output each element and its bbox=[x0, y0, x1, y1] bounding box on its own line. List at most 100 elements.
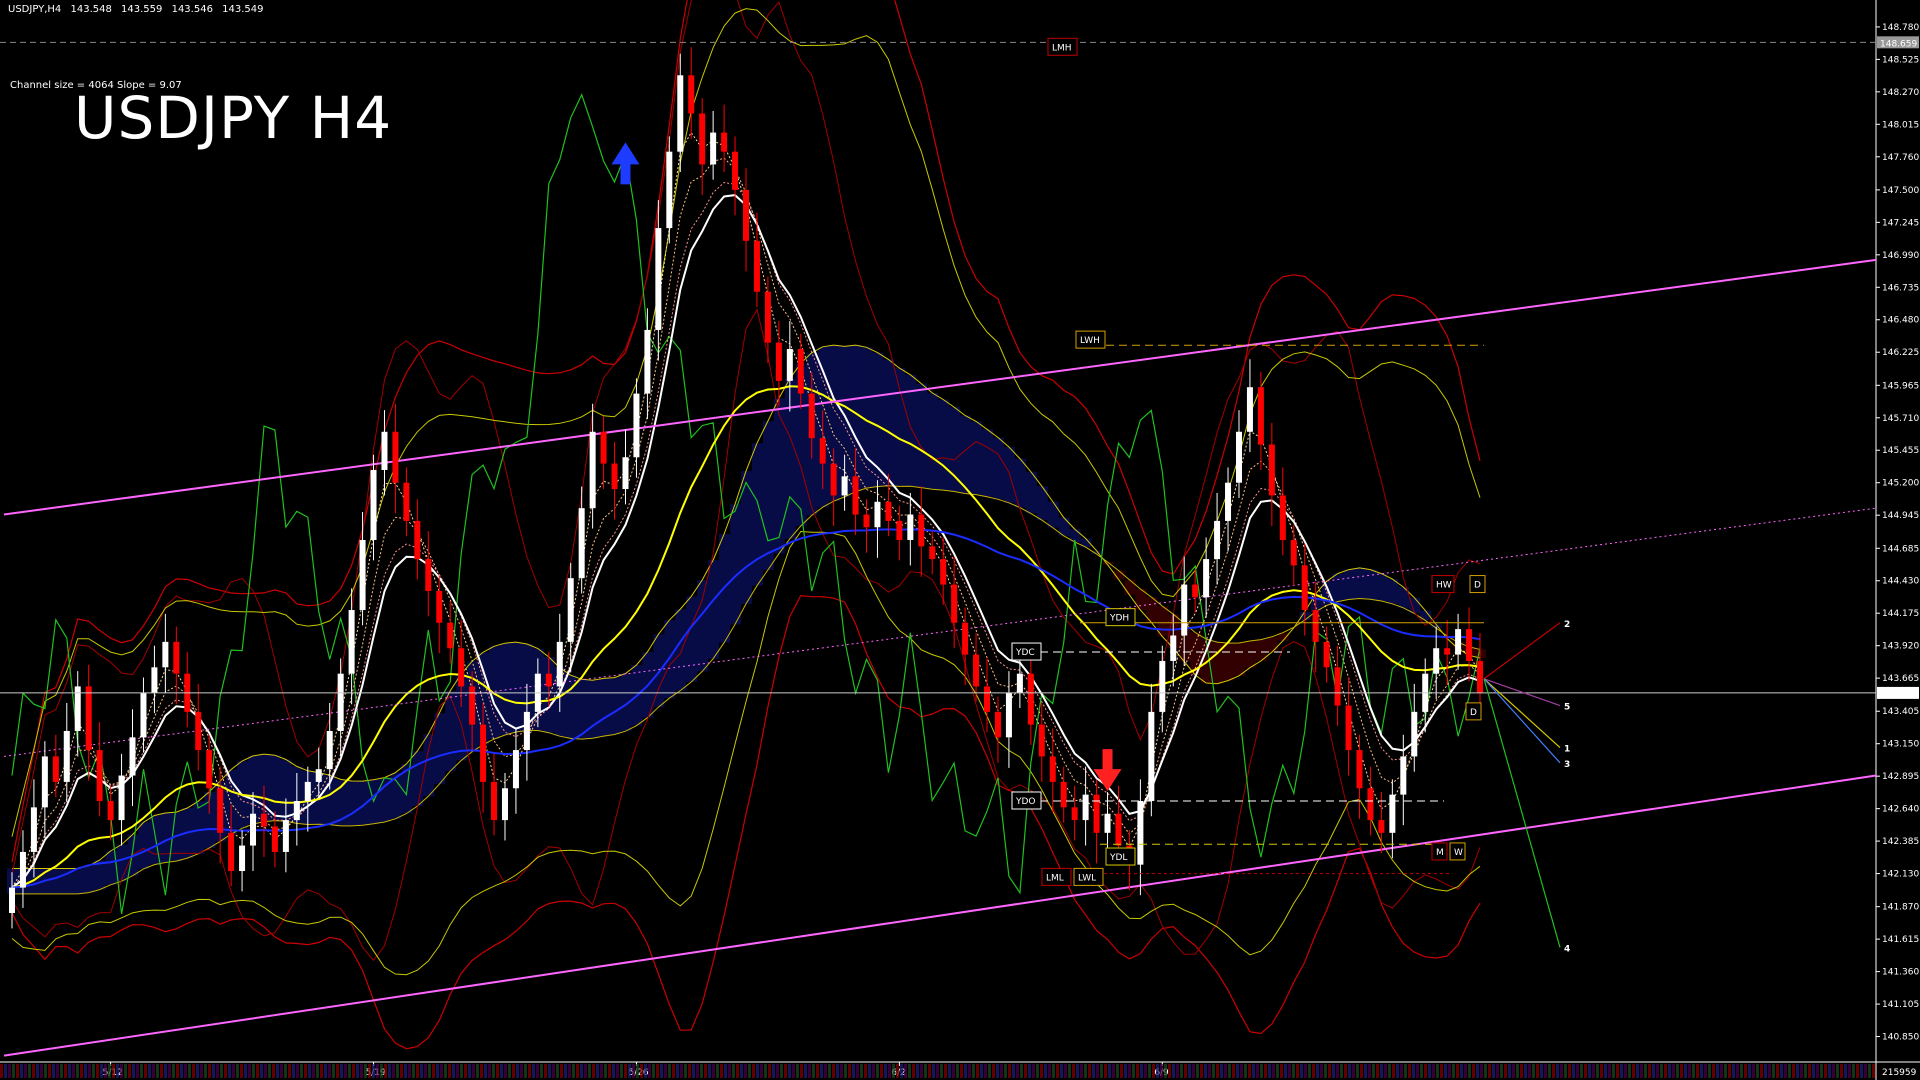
volume-bar bbox=[952, 1064, 955, 1078]
volume-bar bbox=[316, 1064, 319, 1078]
price-chart[interactable]: 2 5 1 3 4 LMH LWH YDH YDC YDO YDL LML LWL HW D D M W 148.7… bbox=[0, 0, 1920, 1080]
volume-bar bbox=[1688, 1064, 1691, 1078]
volume-bar bbox=[1404, 1064, 1407, 1078]
volume-bar bbox=[132, 1064, 135, 1078]
volume-bar bbox=[512, 1064, 515, 1078]
chart-title: USDJPY H4 bbox=[74, 84, 393, 152]
candle-body bbox=[1093, 794, 1100, 833]
volume-bar bbox=[876, 1064, 879, 1078]
level-label: LWL bbox=[1078, 873, 1096, 883]
volume-bar bbox=[1636, 1064, 1639, 1078]
cloud-segment bbox=[269, 755, 281, 821]
volume-bar bbox=[1080, 1064, 1083, 1078]
volume-bar bbox=[272, 1064, 275, 1078]
volume-bar bbox=[928, 1064, 931, 1078]
volume-bar bbox=[708, 1064, 711, 1078]
volume-bar bbox=[716, 1064, 719, 1078]
volume-bar bbox=[548, 1064, 551, 1078]
price-tick-label: 142.385 bbox=[1882, 837, 1919, 847]
volume-bar bbox=[136, 1064, 139, 1078]
volume-bar bbox=[960, 1064, 963, 1078]
volume-bar bbox=[376, 1064, 379, 1078]
volume-bar bbox=[760, 1064, 763, 1078]
volume-bar bbox=[72, 1064, 75, 1078]
cloud-segment bbox=[927, 392, 939, 490]
volume-bar bbox=[480, 1064, 483, 1078]
candle-body bbox=[458, 648, 465, 687]
candle-body bbox=[118, 775, 125, 821]
chart-window[interactable]: 2 5 1 3 4 LMH LWH YDH YDC YDO YDL LML LWL HW D D M W 148.7… bbox=[0, 0, 1920, 1080]
volume-bar bbox=[1176, 1064, 1179, 1078]
price-tick-label: 142.130 bbox=[1882, 870, 1919, 880]
volume-bar bbox=[1800, 1064, 1803, 1078]
volume-bar bbox=[744, 1064, 747, 1078]
volume-bar bbox=[1708, 1064, 1711, 1078]
volume-bar bbox=[740, 1064, 743, 1078]
volume-bar bbox=[888, 1064, 891, 1078]
volume-bar bbox=[40, 1064, 43, 1078]
volume-bar bbox=[624, 1064, 627, 1078]
volume-bar bbox=[656, 1064, 659, 1078]
volume-bar bbox=[1380, 1064, 1383, 1078]
volume-bar bbox=[1816, 1064, 1819, 1078]
candle-body bbox=[567, 578, 574, 642]
candle-body bbox=[753, 240, 760, 292]
candle-body bbox=[63, 730, 70, 782]
volume-bar bbox=[1112, 1064, 1115, 1078]
volume-bar bbox=[100, 1064, 103, 1078]
cloud-segment bbox=[72, 868, 84, 894]
volume-bar bbox=[1468, 1064, 1471, 1078]
cloud-segment bbox=[894, 368, 906, 487]
volume-bar bbox=[4, 1064, 7, 1078]
volume-bar bbox=[944, 1064, 947, 1078]
candle-body bbox=[315, 769, 322, 782]
volume-bar bbox=[672, 1064, 675, 1078]
volume-bar bbox=[628, 1064, 631, 1078]
volume-bar bbox=[200, 1064, 203, 1078]
volume-bar bbox=[1704, 1064, 1707, 1078]
candle-body bbox=[633, 393, 640, 458]
volume-bar bbox=[576, 1064, 579, 1078]
candle-body bbox=[688, 75, 695, 114]
price-tick-label: 142.895 bbox=[1882, 772, 1919, 782]
volume-bar bbox=[1320, 1064, 1323, 1078]
level-label: M bbox=[1436, 848, 1444, 858]
candle-body bbox=[1027, 673, 1034, 725]
current-price-label: 143.549 bbox=[1880, 690, 1917, 700]
volume-bar bbox=[1200, 1064, 1203, 1078]
volume-bar bbox=[1628, 1064, 1631, 1078]
candle-body bbox=[30, 807, 37, 852]
volume-bar bbox=[924, 1064, 927, 1078]
cloud-segment bbox=[949, 407, 961, 492]
volume-bar bbox=[556, 1064, 559, 1078]
candle-body bbox=[743, 189, 749, 241]
volume-bar bbox=[1132, 1064, 1135, 1078]
projection-label: 2 bbox=[1564, 620, 1570, 630]
volume-bar bbox=[1496, 1064, 1499, 1078]
level-label: YDC bbox=[1015, 648, 1035, 658]
price-tick-label: 147.500 bbox=[1882, 186, 1919, 196]
volume-bar bbox=[1612, 1064, 1615, 1078]
volume-bar bbox=[456, 1064, 459, 1078]
volume-bar bbox=[1124, 1064, 1127, 1078]
price-tick-label: 145.455 bbox=[1882, 446, 1919, 456]
volume-bar bbox=[1524, 1064, 1527, 1078]
level-label: D bbox=[1474, 581, 1481, 591]
candle-body bbox=[392, 431, 399, 483]
volume-bar bbox=[416, 1064, 419, 1078]
volume-bar bbox=[1000, 1064, 1003, 1078]
volume-bar bbox=[884, 1064, 887, 1078]
volume-bar bbox=[1164, 1064, 1167, 1078]
cloud-segment bbox=[1233, 643, 1245, 676]
level-label: YDH bbox=[1109, 614, 1129, 624]
candle-body bbox=[1323, 641, 1330, 668]
volume-bar bbox=[1828, 1064, 1831, 1078]
cloud-segment bbox=[138, 822, 150, 869]
candle-body bbox=[808, 393, 815, 439]
price-tick-label: 147.245 bbox=[1882, 218, 1919, 228]
volume-bar bbox=[440, 1064, 443, 1078]
volume-bar bbox=[920, 1064, 923, 1078]
volume-bar bbox=[1152, 1064, 1155, 1078]
volume-bar bbox=[280, 1064, 283, 1078]
volume-bar bbox=[292, 1064, 295, 1078]
